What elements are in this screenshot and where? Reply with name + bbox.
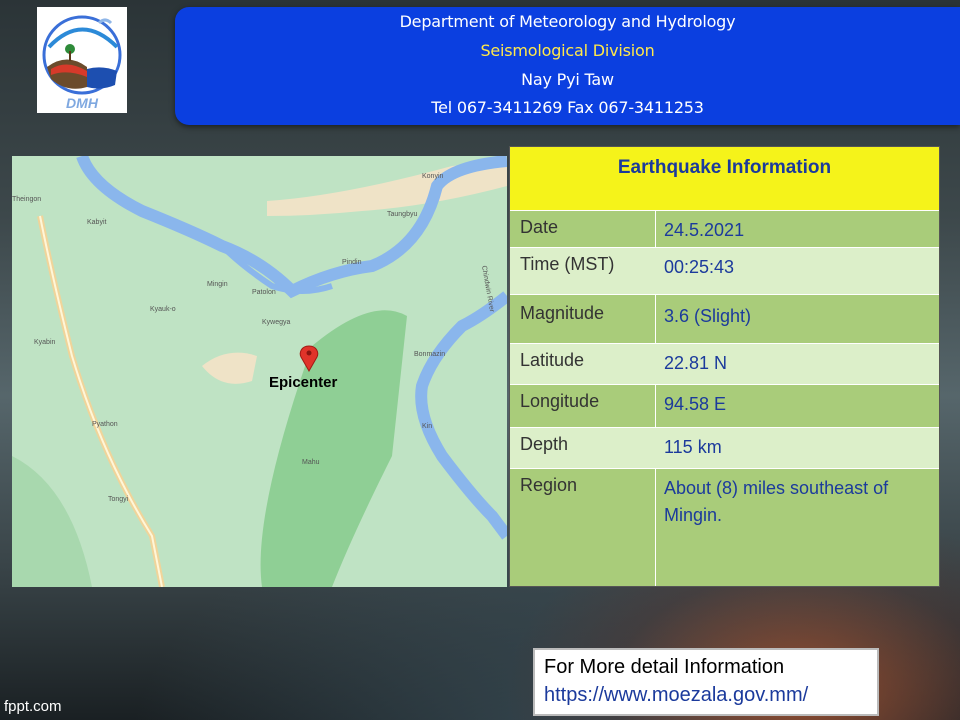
city-name: Nay Pyi Taw bbox=[521, 70, 614, 89]
row-label: Depth bbox=[520, 434, 569, 454]
info-table-title: Earthquake Information bbox=[510, 147, 939, 210]
place-mahu: Mahu bbox=[302, 459, 320, 466]
place-pindin: Pindin bbox=[342, 259, 362, 266]
division-name: Seismological Division bbox=[480, 41, 655, 60]
more-info-box: For More detail Information https://www.… bbox=[533, 648, 879, 716]
row-value: 24.5.2021 bbox=[664, 220, 745, 240]
place-kywegya: Kywegya bbox=[262, 319, 291, 326]
row-value: 115 km bbox=[664, 437, 722, 457]
table-row: Depth 115 km bbox=[510, 427, 939, 469]
table-row: Latitude 22.81 N bbox=[510, 343, 939, 385]
department-name: Department of Meteorology and Hydrology bbox=[399, 12, 736, 31]
row-value: 00:25:43 bbox=[664, 257, 735, 277]
table-row: Region About (8) miles southeast of Ming… bbox=[510, 468, 939, 589]
table-row: Longitude 94.58 E bbox=[510, 384, 939, 428]
epicenter-map: Theingon Kabyit Konyin Taungbyu Pindin M… bbox=[12, 156, 507, 587]
epicenter-label: Epicenter bbox=[269, 374, 338, 391]
place-konyin: Konyin bbox=[422, 173, 444, 180]
row-value: 3.6 (Slight) bbox=[664, 306, 752, 326]
table-row: Time (MST) 00:25:43 bbox=[510, 247, 939, 295]
place-kyabin: Kyabin bbox=[34, 339, 56, 346]
place-theingon: Theingon bbox=[12, 196, 41, 203]
website-link[interactable]: https://www.moezala.gov.mm/ bbox=[544, 684, 808, 707]
more-info-text: For More detail Information bbox=[544, 656, 785, 678]
place-mingin: Mingin bbox=[207, 281, 228, 288]
earthquake-info-table: Earthquake Information Date 24.5.2021 Ti… bbox=[509, 146, 940, 587]
place-tongyi: Tongyi bbox=[108, 496, 129, 503]
place-kabyit: Kabyit bbox=[87, 219, 107, 226]
place-kin: Kin bbox=[422, 423, 432, 430]
fppt-watermark: fppt.com bbox=[4, 698, 62, 715]
place-bonmazin: Bonmazin bbox=[414, 351, 445, 358]
row-label: Latitude bbox=[520, 350, 585, 370]
header-banner: Department of Meteorology and Hydrology … bbox=[175, 7, 960, 125]
row-value: 94.58 E bbox=[664, 394, 727, 414]
table-row: Magnitude 3.6 (Slight) bbox=[510, 294, 939, 344]
row-label: Region bbox=[520, 475, 578, 495]
place-patolon: Patolon bbox=[252, 289, 276, 296]
row-value: About (8) miles southeast of Mingin. bbox=[664, 478, 889, 525]
row-label: Magnitude bbox=[520, 303, 605, 323]
place-taungbyu: Taungbyu bbox=[387, 211, 417, 218]
place-kyauk-o: Kyauk-o bbox=[150, 306, 176, 313]
row-value: 22.81 N bbox=[664, 353, 728, 373]
logo-text: DMH bbox=[66, 95, 99, 111]
dmh-logo: DMH bbox=[37, 7, 127, 113]
row-label: Date bbox=[520, 217, 559, 237]
table-row: Date 24.5.2021 bbox=[510, 210, 939, 248]
row-label: Time (MST) bbox=[520, 254, 615, 274]
place-pyathon: Pyathon bbox=[92, 421, 118, 428]
contact-line: Tel 067-3411269 Fax 067-3411253 bbox=[431, 98, 704, 117]
row-label: Longitude bbox=[520, 391, 600, 411]
